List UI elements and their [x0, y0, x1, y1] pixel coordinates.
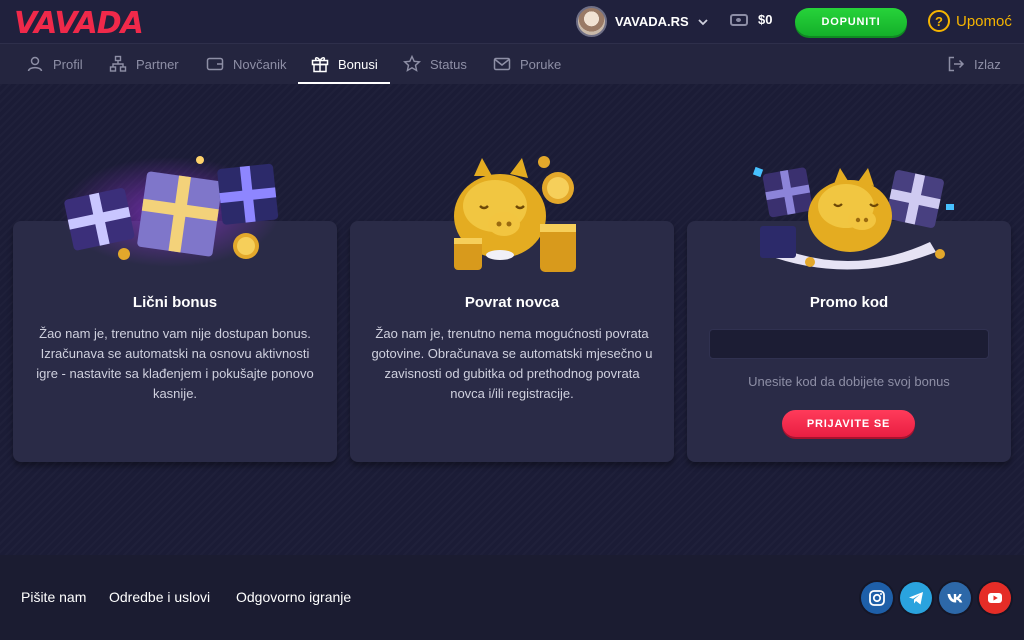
vk-icon: [947, 594, 963, 603]
wallet-icon: [206, 57, 224, 71]
deposit-button[interactable]: DOPUNITI: [795, 8, 907, 36]
network-icon: [109, 55, 127, 72]
mail-icon: [493, 57, 511, 71]
youtube-icon: [988, 593, 1002, 603]
card-description: Žao nam je, trenutno nema mogućnosti pov…: [371, 326, 653, 401]
tab-label: Status: [430, 56, 467, 72]
terms-link[interactable]: Odredbe i uslovi: [109, 589, 210, 605]
account-menu[interactable]: VAVADA.RS: [576, 6, 709, 37]
account-name[interactable]: VAVADA.RS: [615, 14, 689, 29]
logout-label[interactable]: Izlaz: [974, 57, 1001, 72]
user-icon: [27, 56, 43, 72]
card-description: Žao nam je, trenutno vam nije dostupan b…: [36, 326, 314, 401]
tab-label: Profil: [53, 56, 83, 72]
tab-label: Poruke: [520, 56, 562, 72]
contact-link[interactable]: Pišite nam: [21, 589, 86, 605]
tab-label: Partner: [136, 56, 179, 72]
telegram-icon: [909, 592, 923, 605]
footer: Pišite nam Odredbe i uslovi Odgovorno ig…: [0, 555, 1024, 640]
instagram-icon: [869, 590, 885, 606]
star-icon: [403, 55, 421, 72]
bonuses-content: Lični bonus Žao nam je, trenutno vam nij…: [0, 84, 1024, 555]
promo-code-input[interactable]: [709, 329, 989, 359]
telegram-link[interactable]: [900, 582, 932, 614]
gift-icon: [311, 57, 329, 73]
gift-boxes-illustration: [60, 156, 280, 267]
tab-poruke[interactable]: Poruke: [493, 44, 561, 84]
help-label[interactable]: Upomoć: [956, 13, 1012, 30]
tab-novcanik[interactable]: Novčanik: [206, 44, 286, 84]
tab-bonusi[interactable]: Bonusi: [311, 44, 378, 84]
logout-link[interactable]: Izlaz: [947, 44, 1001, 84]
responsible-gaming-link[interactable]: Odgovorno igranje: [236, 589, 351, 605]
promo-piggy-illustration: [752, 166, 954, 270]
tab-label: Bonusi: [338, 56, 378, 72]
vk-link[interactable]: [939, 582, 971, 614]
card-title: Povrat novca: [464, 294, 560, 311]
youtube-link[interactable]: [979, 582, 1011, 614]
card-title: Promo kod: [809, 294, 889, 311]
balance-display: $0: [730, 12, 772, 27]
instagram-link[interactable]: [861, 582, 893, 614]
chevron-down-icon[interactable]: [697, 16, 709, 28]
balance-amount: $0: [758, 12, 773, 27]
logout-icon: [948, 56, 965, 72]
tab-label: Novčanik: [233, 56, 287, 72]
apply-promo-button[interactable]: PRIJAVITE SE: [782, 410, 915, 437]
promo-hint: Unesite kod da dobijete svoj bonus: [748, 374, 950, 389]
top-bar: VAVADA VAVADA.RS $0 DOPUNITI ? Upomoć: [0, 0, 1024, 43]
tab-status[interactable]: Status: [403, 44, 467, 84]
piggy-bank-illustration: [454, 156, 576, 272]
help-link[interactable]: ? Upomoć: [928, 10, 1012, 32]
avatar[interactable]: [576, 6, 607, 37]
account-nav: Profil Partner Novčanik Bonusi Status Po…: [0, 43, 1024, 84]
vavada-logo[interactable]: VAVADA: [14, 6, 144, 41]
question-icon[interactable]: ?: [928, 10, 950, 32]
tab-partner[interactable]: Partner: [109, 44, 179, 84]
cash-icon: [730, 13, 748, 26]
card-title: Lični bonus: [132, 294, 218, 311]
tab-profil[interactable]: Profil: [26, 44, 83, 84]
